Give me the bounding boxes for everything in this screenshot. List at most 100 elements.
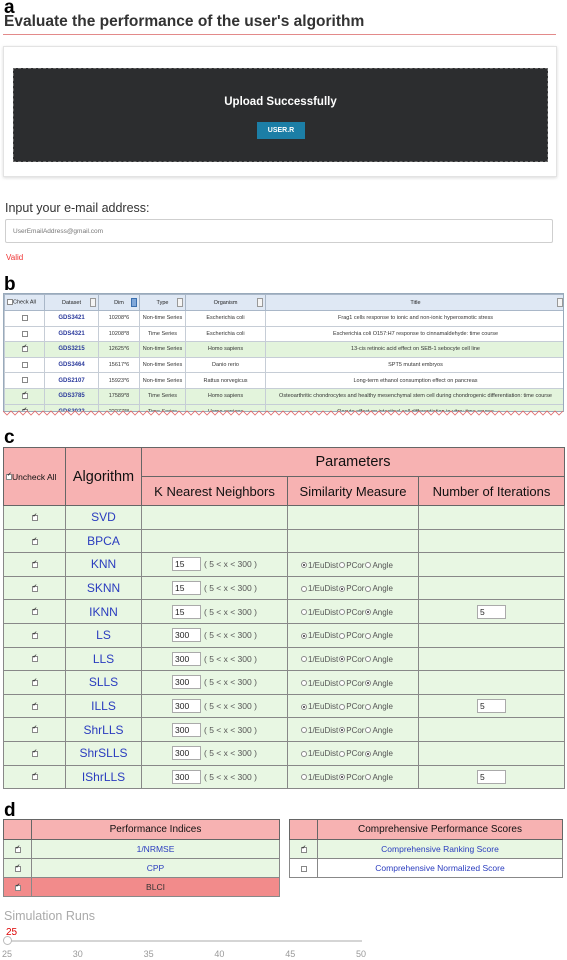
comprehensive-score-row[interactable]: Comprehensive Ranking Score [289,839,563,859]
column-header-dim[interactable]: Dim [98,294,140,311]
similarity-radio[interactable] [301,727,307,734]
comprehensive-score-checkbox[interactable] [300,845,307,853]
column-header-title[interactable]: Title [265,294,563,311]
similarity-radio[interactable] [339,585,346,592]
similarity-radio[interactable] [339,562,346,569]
dataset-id-link[interactable]: GDS2107 [44,372,99,389]
similarity-radio[interactable] [365,609,372,616]
similarity-radio[interactable] [339,727,346,734]
algorithm-checkbox[interactable] [31,654,38,663]
slider-handle[interactable] [3,936,12,945]
similarity-radio[interactable] [301,680,307,687]
email-field[interactable]: UserEmailAddress@gmail.com [5,219,553,243]
similarity-radio[interactable] [365,727,372,734]
algorithm-checkbox[interactable] [31,607,38,616]
column-menu-icon[interactable] [257,298,263,307]
algorithm-checkbox[interactable] [31,702,38,710]
row-checkbox-cell[interactable] [4,325,45,343]
similarity-radio[interactable] [339,774,346,781]
similarity-radio[interactable] [301,774,307,781]
dataset-id-link[interactable]: GDS3464 [44,356,99,374]
similarity-radio[interactable] [339,632,346,639]
performance-index-checkbox[interactable] [14,883,21,891]
sort-desc-icon[interactable] [131,298,137,307]
dataset-id-link[interactable]: GDS3421 [44,310,99,327]
column-menu-icon[interactable] [557,298,563,307]
dataset-row[interactable]: GDS3421 10208*6 Non-time Series Escherichia… [4,310,563,327]
performance-index-row[interactable]: CPP [3,858,280,878]
performance-index-checkbox[interactable] [14,845,21,853]
similarity-radio[interactable] [339,656,346,663]
similarity-radio[interactable] [365,750,372,757]
algorithm-checkbox[interactable] [31,584,38,592]
k-neighbors-input[interactable]: 300 [172,746,201,761]
performance-index-row[interactable]: 1/NRMSE [3,839,280,859]
dataset-id-link[interactable]: GDS4321 [44,325,99,343]
similarity-radio[interactable] [339,680,346,687]
k-neighbors-input[interactable]: 15 [172,557,201,572]
dataset-row[interactable]: GDS4321 10208*8 Time Series Escherichia col… [4,325,563,343]
iterations-input[interactable]: 5 [477,604,506,619]
dataset-row[interactable]: GDS2107 15923*6 Non-time Series Rattus norv… [4,372,563,389]
row-checkbox[interactable] [21,330,28,337]
dataset-id-link[interactable]: GDS3215 [44,341,99,358]
algorithm-checkbox[interactable] [31,678,38,687]
k-neighbors-input[interactable]: 15 [172,604,201,619]
similarity-radio[interactable] [301,609,307,616]
row-checkbox-cell[interactable] [4,341,45,358]
row-checkbox[interactable] [21,377,28,384]
row-checkbox[interactable] [21,361,28,368]
row-checkbox[interactable] [21,315,28,322]
similarity-radio[interactable] [365,774,372,781]
similarity-radio[interactable] [301,585,307,592]
performance-index-row[interactable]: BLCI [3,877,280,897]
algorithm-checkbox[interactable] [31,631,38,639]
k-neighbors-input[interactable]: 300 [172,675,201,690]
similarity-radio[interactable] [365,680,372,687]
algorithm-checkbox[interactable] [31,560,38,569]
dataset-row[interactable]: GDS378517589*8Time SeriesHomo sapiensOst… [4,387,563,405]
uploaded-file-button[interactable]: USER.R [257,122,305,139]
similarity-radio[interactable] [301,562,307,569]
similarity-radio[interactable] [301,656,307,663]
simulation-runs-slider[interactable] [8,940,362,942]
similarity-radio[interactable] [365,562,372,569]
k-neighbors-input[interactable]: 300 [172,769,201,784]
k-neighbors-input[interactable]: 300 [172,699,201,714]
column-header-dataset[interactable]: Dataset [44,294,99,311]
uncheck-all-checkbox[interactable] [6,472,12,481]
check-all-header[interactable]: Check All [4,294,45,311]
performance-index-checkbox[interactable] [14,864,21,872]
similarity-radio[interactable] [365,632,372,639]
column-menu-icon[interactable] [90,298,96,307]
similarity-radio[interactable] [301,632,307,639]
similarity-radio[interactable] [339,703,346,710]
iterations-input[interactable]: 5 [477,699,506,714]
uncheck-all-header[interactable]: Uncheck All [3,447,66,506]
similarity-radio[interactable] [301,750,307,757]
k-neighbors-input[interactable]: 300 [172,722,201,737]
algorithm-checkbox[interactable] [31,725,38,734]
row-checkbox-cell[interactable] [4,356,45,374]
algorithm-checkbox[interactable] [31,513,38,521]
comprehensive-score-row[interactable]: Comprehensive Normalized Score [289,858,563,878]
row-checkbox[interactable] [21,344,28,353]
row-checkbox-cell[interactable] [4,372,45,389]
check-all-checkbox[interactable] [7,299,13,306]
k-neighbors-input[interactable]: 15 [172,581,201,596]
dataset-id-link[interactable]: GDS3785 [44,387,99,405]
algorithm-checkbox[interactable] [31,772,38,781]
k-neighbors-input[interactable]: 300 [172,651,201,666]
upload-dropzone[interactable]: Upload Successfully USER.R [13,68,548,162]
similarity-radio[interactable] [365,585,372,592]
similarity-radio[interactable] [365,656,372,663]
algorithm-checkbox[interactable] [31,537,38,545]
similarity-radio[interactable] [339,750,346,757]
column-header-organism[interactable]: Organism [185,294,266,311]
row-checkbox[interactable] [21,391,28,400]
dataset-row[interactable]: GDS321512625*6Non-time SeriesHomo sapien… [4,341,563,358]
row-checkbox-cell[interactable] [4,310,45,327]
column-menu-icon[interactable] [177,298,183,307]
k-neighbors-input[interactable]: 300 [172,628,201,643]
iterations-input[interactable]: 5 [477,769,506,784]
